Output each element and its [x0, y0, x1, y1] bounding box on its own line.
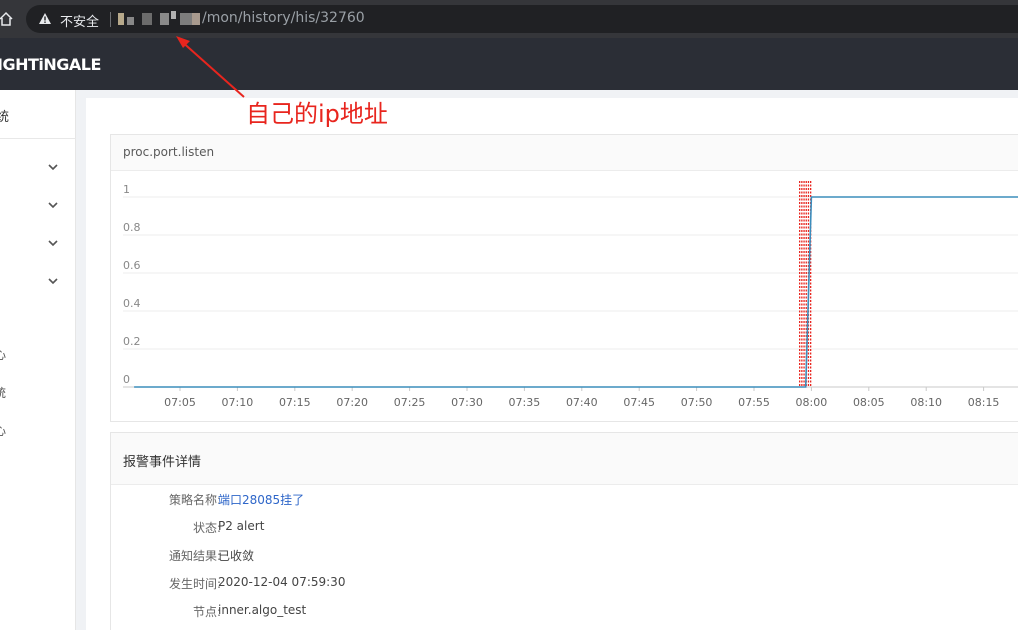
sidebar: 统 心 统 心 [0, 90, 76, 630]
detail-row-node: 节点: inner.algo_test [111, 603, 711, 623]
app-header: IGHTiNGALE [0, 38, 1018, 90]
insecure-label[interactable]: 不安全 [60, 11, 99, 30]
alert-detail-card: 报警事件详情 策略名称: 端口28085挂了 状态: P2 alert 通知结果… [110, 432, 1018, 630]
y-tick-label: 0.8 [123, 221, 141, 234]
x-tick-label: 07:50 [681, 396, 713, 409]
event-time-value: 2020-12-04 07:59:30 [218, 575, 346, 589]
y-tick-label: 0.6 [123, 259, 141, 272]
chevron-down-icon[interactable] [46, 198, 60, 212]
x-tick-label: 08:00 [796, 396, 828, 409]
x-tick-label: 07:45 [623, 396, 655, 409]
x-tick-label: 08:10 [910, 396, 942, 409]
sidebar-item-top[interactable]: 统 [0, 106, 9, 125]
detail-label: 节点: [192, 605, 221, 619]
x-tick-label: 07:15 [279, 396, 311, 409]
chart-title: proc.port.listen [123, 145, 215, 159]
detail-row-notify: 通知结果: 已收敛 [111, 547, 711, 567]
line-chart[interactable]: 0 0.2 0.4 0.6 0.8 1 07:05 07:10 07:15 07:20 07:25 0… [111, 171, 1018, 421]
chevron-down-icon[interactable] [46, 274, 60, 288]
detail-label: 通知结果: [168, 549, 221, 563]
y-tick-label: 0.4 [123, 297, 141, 310]
status-value: P2 alert [218, 519, 265, 533]
detail-row-strategy: 策略名称: 端口28085挂了 [111, 491, 711, 511]
main-content: proc.port.listen 0 0.2 0.4 0.6 0.8 1 07:05 07:1… [86, 98, 1018, 630]
detail-row-status: 状态: P2 alert [111, 519, 711, 539]
address-bar[interactable]: 不安全 /mon/history/his/32760 [26, 5, 1018, 33]
x-tick-label: 07:10 [222, 396, 254, 409]
x-tick-label: 07:35 [509, 396, 541, 409]
alert-detail-header: 报警事件详情 [111, 433, 1018, 485]
x-tick-label: 07:05 [164, 396, 196, 409]
alert-detail-title: 报警事件详情 [123, 455, 202, 470]
sidebar-item[interactable]: 心 [0, 346, 6, 363]
x-tick-label: 07:30 [451, 396, 483, 409]
omnibox-divider [110, 12, 111, 27]
x-tick-label: 07:25 [394, 396, 426, 409]
x-tick-label: 07:55 [738, 396, 770, 409]
series-line [134, 196, 1018, 388]
y-tick-label: 1 [123, 183, 130, 196]
browser-toolbar: 不安全 /mon/history/his/32760 [0, 0, 1018, 38]
notify-result-value: 已收敛 [218, 549, 255, 563]
url-path[interactable]: /mon/history/his/32760 [202, 10, 365, 26]
chart-card: proc.port.listen 0 0.2 0.4 0.6 0.8 1 07:05 07:1… [110, 134, 1018, 422]
x-tick-label: 07:40 [566, 396, 598, 409]
sidebar-divider [0, 138, 76, 139]
node-value: inner.algo_test [218, 603, 307, 617]
detail-label: 发生时间: [168, 577, 221, 591]
warning-icon[interactable] [38, 12, 52, 26]
chevron-down-icon[interactable] [46, 160, 60, 174]
y-tick-label: 0 [123, 373, 130, 386]
detail-row-time: 发生时间: 2020-12-04 07:59:30 [111, 575, 711, 595]
x-tick-label: 07:20 [336, 396, 368, 409]
x-tick-label: 08:15 [968, 396, 1000, 409]
sidebar-item[interactable]: 统 [0, 384, 6, 401]
home-icon[interactable] [0, 6, 18, 32]
brand-logo[interactable]: IGHTiNGALE [0, 55, 101, 74]
y-tick-label: 0.2 [123, 335, 141, 348]
blurred-ip-address [118, 11, 202, 27]
chart-card-header: proc.port.listen [111, 135, 1018, 171]
sidebar-item[interactable]: 心 [0, 422, 6, 439]
detail-label: 状态: [192, 521, 221, 535]
detail-label: 策略名称: [168, 493, 221, 507]
chevron-down-icon[interactable] [46, 236, 60, 250]
x-tick-label: 08:05 [853, 396, 885, 409]
annotation-text: 自己的ip地址 [246, 100, 388, 128]
strategy-name-link[interactable]: 端口28085挂了 [218, 491, 304, 508]
